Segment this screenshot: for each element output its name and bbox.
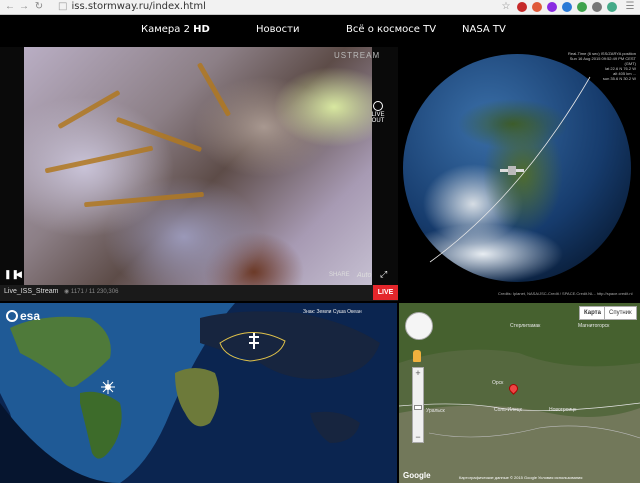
globe-credit: Credits: Iplanet, NASA/JSC-Credit / SPAC… bbox=[498, 291, 633, 296]
extension-4-icon[interactable] bbox=[562, 2, 572, 12]
world-map-drawing bbox=[0, 303, 397, 483]
iss-map-icon bbox=[249, 333, 259, 349]
zoom-in-button[interactable]: + bbox=[413, 368, 423, 378]
extension-7-icon[interactable] bbox=[607, 2, 617, 12]
extension-2-icon[interactable] bbox=[532, 2, 542, 12]
esa-legend: Знак: Земли Суша Океан bbox=[303, 309, 362, 315]
stream-caption-bar: Live_ISS_Stream ◉ 1171 / 11 230,306 bbox=[0, 285, 398, 301]
top-navigation: Камера 2 HD Новости Всё о космосе TV NAS… bbox=[0, 15, 640, 47]
nav-camera-hd: HD bbox=[193, 24, 210, 35]
nav-news-link[interactable]: Новости bbox=[256, 24, 299, 35]
cable-strip bbox=[196, 62, 232, 117]
map-type-satellite-tab[interactable]: Спутник bbox=[604, 306, 637, 320]
arrow-left-icon[interactable]: ← bbox=[4, 1, 16, 13]
eye-icon: ◉ bbox=[64, 289, 70, 295]
share-button[interactable]: SHARE bbox=[329, 272, 350, 278]
stream-name: Live_ISS_Stream bbox=[4, 288, 59, 295]
star-icon[interactable]: ☆ bbox=[500, 1, 512, 13]
map-footer: Картографические данные © 2015 Google Ус… bbox=[459, 475, 583, 480]
map-label: Орск bbox=[492, 380, 504, 386]
globe-panel: Real-Time (6 sec) ISS/ZARYA position Sun… bbox=[400, 47, 640, 301]
extension-6-icon[interactable] bbox=[592, 2, 602, 12]
live-out-label: LIVE OUT bbox=[371, 112, 385, 124]
zoom-slider-knob[interactable] bbox=[414, 405, 422, 410]
url-text: iss.stormway.ru/index.html bbox=[71, 1, 206, 12]
video-frame bbox=[24, 47, 372, 285]
sun-position-icon bbox=[101, 380, 115, 394]
map-type-map-tab[interactable]: Карта bbox=[579, 306, 606, 320]
google-logo: Google bbox=[403, 471, 431, 480]
esa-logo: esa bbox=[6, 308, 42, 323]
zoom-out-button[interactable]: − bbox=[413, 432, 423, 442]
pegman-icon[interactable] bbox=[413, 350, 421, 362]
esa-world-map[interactable]: esa Знак: Земли Суша Океан bbox=[0, 303, 397, 483]
circle-icon bbox=[373, 101, 383, 111]
cable-strip bbox=[57, 89, 121, 130]
iss-icon bbox=[500, 166, 524, 175]
map-label: Уральск bbox=[426, 408, 445, 414]
video-player[interactable]: USTREAM LIVE OUT ❚❚ ◀ SHARE Auto ⤢ bbox=[0, 47, 398, 285]
nav-camera-label: Камера 2 bbox=[141, 24, 190, 35]
live-badge: LIVE bbox=[373, 285, 398, 300]
map-label: Магнитогорск bbox=[578, 323, 610, 329]
nav-camera-link[interactable]: Камера 2 HD bbox=[141, 24, 210, 35]
cable-strip bbox=[84, 191, 204, 208]
globe-info: Real-Time (6 sec) ISS/ZARYA position Sun… bbox=[566, 51, 636, 81]
map-label: Соль-Илецк bbox=[494, 407, 522, 413]
hamburger-menu-icon[interactable]: ☰ bbox=[624, 1, 636, 13]
reload-icon[interactable]: ↻ bbox=[33, 1, 45, 13]
ustream-brand: USTREAM bbox=[334, 51, 381, 60]
page-icon: □ bbox=[58, 1, 68, 12]
esa-logo-text: esa bbox=[20, 308, 41, 323]
cable-strip bbox=[115, 116, 203, 153]
stream-stats-text: 1171 / 11 230,306 bbox=[70, 289, 119, 295]
nav-space-tv-link[interactable]: Всё о космосе TV bbox=[346, 24, 436, 35]
stream-stats: ◉ 1171 / 11 230,306 bbox=[64, 288, 118, 295]
globe-info-line: sun 35.6 N 30.2 W bbox=[602, 76, 636, 81]
map-terrain bbox=[399, 303, 640, 483]
extension-3-icon[interactable] bbox=[547, 2, 557, 12]
pan-control-icon[interactable] bbox=[405, 312, 433, 340]
address-bar[interactable]: □ iss.stormway.ru/index.html bbox=[58, 1, 498, 13]
map-label: Новотроицк bbox=[549, 407, 577, 413]
map-label: Стерлитамак bbox=[510, 323, 541, 329]
cable-strip bbox=[44, 145, 154, 174]
arrow-right-icon[interactable]: → bbox=[18, 1, 30, 13]
quality-button[interactable]: Auto bbox=[357, 272, 371, 279]
google-map[interactable]: Карта Спутник + − Стерлитамак Магнитогор… bbox=[399, 303, 640, 483]
live-out-button[interactable]: LIVE OUT bbox=[368, 101, 388, 124]
volume-icon[interactable]: ◀ bbox=[15, 269, 22, 280]
extension-5-icon[interactable] bbox=[577, 2, 587, 12]
nav-nasa-tv-link[interactable]: NASA TV bbox=[462, 24, 506, 35]
esa-logo-icon bbox=[6, 309, 18, 322]
extension-1-icon[interactable] bbox=[517, 2, 527, 12]
zoom-control[interactable]: + − bbox=[412, 367, 424, 443]
browser-toolbar: ← → ↻ □ iss.stormway.ru/index.html ☆ ☰ bbox=[0, 0, 640, 15]
fullscreen-icon[interactable]: ⤢ bbox=[380, 269, 387, 280]
globe-info-line: Sun 16 Aug 2015 09:52:49 PM CEST (GMT) bbox=[569, 56, 636, 66]
